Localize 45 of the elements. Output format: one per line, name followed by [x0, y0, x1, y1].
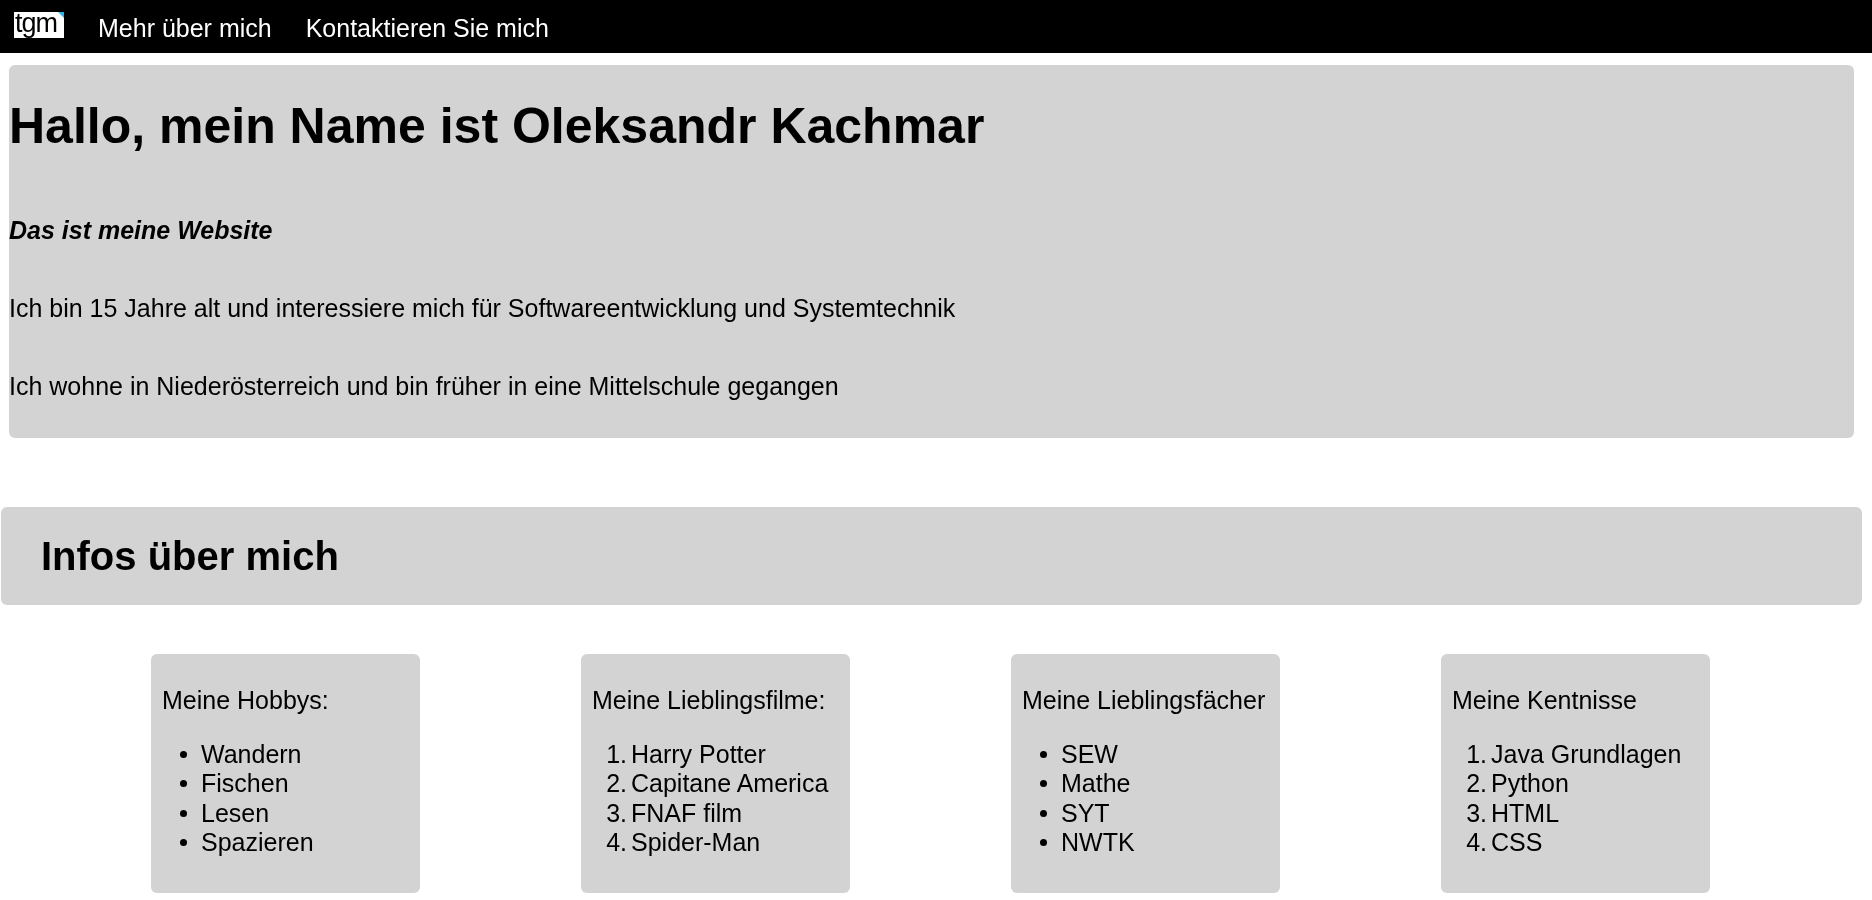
list-item-text: FNAF film: [631, 798, 743, 828]
bullet-icon: [1040, 751, 1047, 759]
nav-link[interactable]: Kontaktieren Sie mich: [305, 14, 549, 43]
list-item-text: Fischen: [201, 769, 289, 799]
list-item-text: Wandern: [201, 740, 302, 770]
bullet-icon: [1040, 780, 1047, 788]
list-number: 2.: [606, 769, 627, 799]
card-title: Meine Kentnisse: [1452, 686, 1637, 715]
list-number: 1.: [1466, 740, 1487, 770]
card-title: Meine Lieblingsfilme:: [592, 686, 826, 715]
bullet-icon: [180, 751, 187, 759]
list-item-text: SEW: [1061, 740, 1118, 770]
logo[interactable]: tgm: [14, 12, 64, 38]
triangle-icon: [58, 12, 64, 18]
intro-paragraph: Ich bin 15 Jahre alt und interessiere mich für Softwareentwicklung und Systemtechnik: [9, 294, 956, 323]
list-item-text: HTML: [1491, 798, 1560, 828]
list-number: 2.: [1466, 769, 1487, 799]
list-number: 4.: [606, 828, 627, 858]
bullet-icon: [180, 839, 187, 847]
list-number: 4.: [1466, 828, 1487, 858]
list-number: 1.: [606, 740, 627, 770]
page-title: Hallo, mein Name ist Oleksandr Kachmar: [9, 98, 985, 155]
list-item-text: Java Grundlagen: [1491, 740, 1682, 770]
list-item-text: NWTK: [1061, 828, 1135, 858]
section-heading: Infos über mich: [41, 533, 339, 579]
bullet-icon: [180, 809, 187, 817]
bullet-icon: [1040, 809, 1047, 817]
intro-paragraph: Ich wohne in Niederösterreich und bin früher in eine Mittelschule gegangen: [9, 372, 839, 401]
card-title: Meine Hobbys:: [162, 686, 329, 715]
list-item-text: SYT: [1061, 798, 1110, 828]
list-item-text: Spider-Man: [631, 828, 761, 858]
list-item-text: Harry Potter: [631, 740, 766, 770]
list-item-text: Capitane America: [631, 769, 829, 799]
list-number: 3.: [606, 798, 627, 828]
list-item-text: Spazieren: [201, 828, 314, 858]
card-title: Meine Lieblingsfächer: [1022, 686, 1266, 715]
bullet-icon: [1040, 839, 1047, 847]
list-number: 3.: [1466, 798, 1487, 828]
nav-link[interactable]: Mehr über mich: [98, 14, 272, 43]
list-item-text: Lesen: [201, 798, 270, 828]
list-item-text: CSS: [1491, 828, 1543, 858]
list-item-text: Mathe: [1061, 769, 1131, 799]
subtitle: Das ist meine Website: [9, 216, 273, 245]
bullet-icon: [180, 780, 187, 788]
list-item-text: Python: [1491, 769, 1569, 799]
